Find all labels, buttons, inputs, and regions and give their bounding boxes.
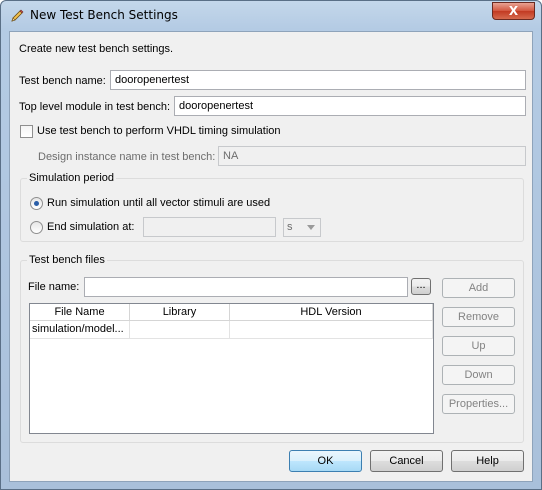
end-at-radio[interactable] (30, 221, 43, 234)
end-at-label: End simulation at: (47, 221, 135, 233)
column-header-hdl-version[interactable]: HDL Version (230, 304, 433, 321)
run-until-label: Run simulation until all vector stimuli … (47, 197, 271, 209)
test-bench-files-title: Test bench files (27, 254, 107, 266)
down-button[interactable]: Down (442, 365, 515, 385)
table-cell-file-name[interactable]: simulation/model... (30, 321, 130, 339)
remove-button[interactable]: Remove (442, 307, 515, 327)
chevron-down-icon (307, 225, 315, 230)
run-until-radio[interactable] (30, 197, 43, 210)
top-level-module-label: Top level module in test bench: (19, 101, 171, 113)
close-button[interactable]: X (492, 2, 535, 20)
file-name-input[interactable] (84, 277, 408, 297)
file-name-label: File name: (28, 281, 80, 293)
dialog-body: Create new test bench settings. Test ben… (9, 31, 533, 482)
test-bench-name-label: Test bench name: (19, 75, 106, 87)
time-unit-value: s (287, 221, 293, 233)
design-instance-input: NA (218, 146, 526, 166)
close-icon: X (508, 4, 519, 18)
properties-button[interactable]: Properties... (442, 394, 515, 414)
vhdl-timing-checkbox[interactable] (20, 125, 33, 138)
up-button[interactable]: Up (442, 336, 515, 356)
add-button[interactable]: Add (442, 278, 515, 298)
intro-text: Create new test bench settings. (19, 43, 174, 55)
pencil-icon (11, 9, 24, 22)
column-header-file-name[interactable]: File Name (30, 304, 130, 321)
help-button[interactable]: Help (451, 450, 524, 472)
dialog-window: New Test Bench Settings X Create new tes… (0, 0, 542, 490)
test-bench-name-input[interactable]: dooropenertest (110, 70, 526, 90)
design-instance-label: Design instance name in test bench: (38, 151, 216, 163)
top-level-module-input[interactable]: dooropenertest (174, 96, 526, 116)
vhdl-timing-label: Use test bench to perform VHDL timing si… (37, 125, 281, 137)
files-table: File Name Library HDL Version simulation… (29, 303, 434, 434)
simulation-period-title: Simulation period (27, 172, 116, 184)
cancel-button[interactable]: Cancel (370, 450, 443, 472)
title-bar[interactable]: New Test Bench Settings X (1, 1, 541, 31)
table-cell-library[interactable] (130, 321, 230, 339)
column-header-library[interactable]: Library (130, 304, 230, 321)
ok-button[interactable]: OK (289, 450, 362, 472)
end-at-input (143, 217, 276, 237)
time-unit-select: s (283, 218, 321, 237)
table-cell-hdl-version[interactable] (230, 321, 433, 339)
browse-button[interactable]: ... (411, 278, 431, 295)
window-title: New Test Bench Settings (30, 8, 178, 22)
